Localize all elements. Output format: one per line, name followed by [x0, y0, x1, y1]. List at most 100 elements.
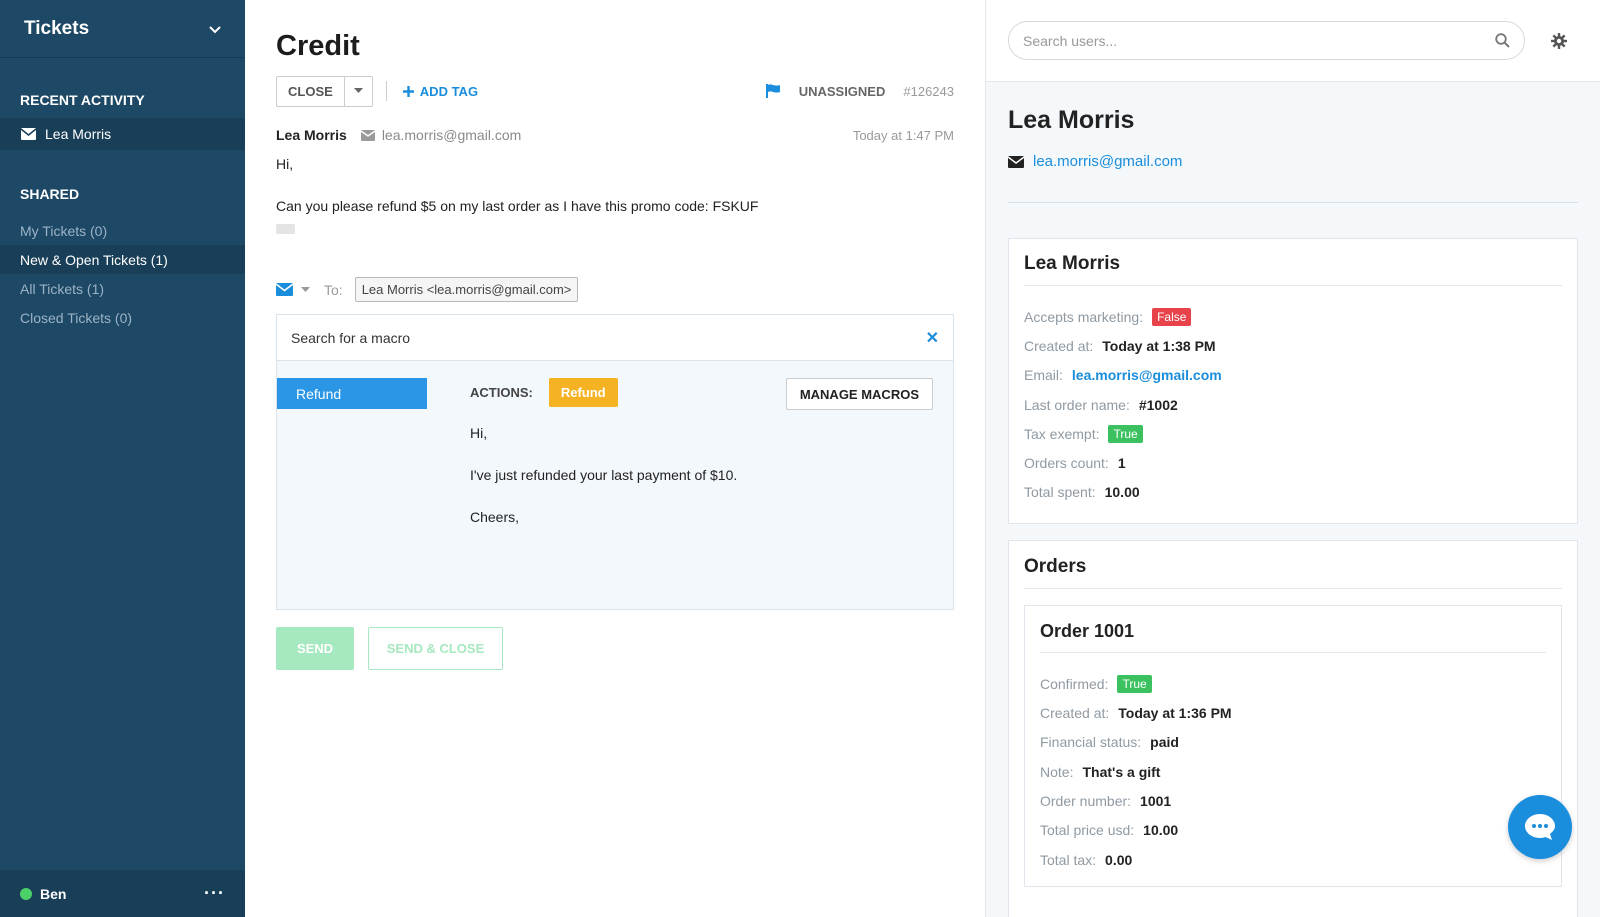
- field-label: Email:: [1024, 367, 1063, 384]
- search-icon[interactable]: [1495, 33, 1510, 48]
- status-badge: True: [1108, 424, 1143, 443]
- more-options-icon[interactable]: ···: [204, 883, 225, 904]
- current-user[interactable]: Ben: [20, 886, 66, 902]
- macro-panel: Search for a macro ✕ Refund Actions: Ref…: [276, 314, 954, 610]
- field-label: Note:: [1040, 763, 1074, 780]
- close-button-group: Close: [276, 75, 373, 107]
- message-author: Lea Morris: [276, 127, 347, 143]
- current-user-name: Ben: [40, 885, 67, 902]
- ticket-toolbar: Close Add Tag Unassigned #126243: [276, 75, 954, 107]
- sidebar-item-closed-tickets[interactable]: Closed Tickets (0): [0, 303, 245, 332]
- sidebar-footer: Ben ···: [0, 870, 245, 917]
- recent-activity-heading: Recent Activity: [20, 92, 145, 108]
- close-options-dropdown[interactable]: [345, 77, 372, 106]
- recent-item-label: Lea Morris: [45, 126, 112, 142]
- add-tag-button[interactable]: Add Tag: [402, 83, 479, 99]
- field-confirmed: Confirmed: True: [1040, 669, 1546, 698]
- email-link[interactable]: lea.morris@gmail.com: [1072, 367, 1222, 383]
- gear-icon[interactable]: [1551, 32, 1567, 49]
- customer-card-body: Accepts marketing: False Created at: Today…: [1024, 286, 1562, 523]
- field-value: 1001: [1140, 792, 1172, 809]
- field-created-at: Created at: Today at 1:38 PM: [1024, 331, 1562, 360]
- flag-icon[interactable]: [765, 84, 781, 98]
- field-value: #1002: [1138, 396, 1178, 413]
- show-quoted-text-button[interactable]: [276, 224, 295, 234]
- close-icon[interactable]: ✕: [926, 328, 939, 348]
- sidebar-item-my-tickets[interactable]: My Tickets (0): [0, 216, 245, 245]
- ticket-id: #126243: [903, 83, 954, 99]
- envelope-icon: [1008, 155, 1024, 168]
- order-card: Order 1001 Confirmed: True Created at: Tod…: [1024, 605, 1562, 888]
- sidebar-item-new-open-tickets[interactable]: New & Open Tickets (1): [0, 245, 245, 274]
- customer-info-card: Lea Morris Accepts marketing: False Creat…: [1008, 238, 1578, 525]
- assignee-selector[interactable]: Unassigned: [799, 84, 886, 99]
- macro-line: Cheers,: [470, 509, 520, 525]
- send-actions: Send Send & Close: [276, 627, 954, 670]
- macro-preview-text: Hi, I've just refunded your last payment…: [470, 425, 737, 551]
- field-value: That's a gift: [1082, 763, 1161, 780]
- search-input[interactable]: [1023, 32, 1495, 49]
- orders-card: Orders Order 1001 Confirmed: True Created…: [1008, 540, 1578, 917]
- envelope-icon: [21, 128, 36, 140]
- divider: [1008, 202, 1578, 203]
- toolbar-divider: [385, 81, 387, 101]
- ticket-meta: Unassigned #126243: [765, 83, 954, 99]
- field-note: Note: That's a gift: [1040, 757, 1546, 786]
- field-label: Created at:: [1024, 337, 1094, 354]
- message-body: Hi, Can you please refund $5 on my last …: [276, 156, 954, 237]
- add-tag-label: Add Tag: [419, 83, 479, 99]
- send-and-close-button[interactable]: Send & Close: [368, 627, 503, 670]
- online-status-icon: [20, 887, 32, 900]
- user-search-bar: [986, 0, 1600, 82]
- macro-item-refund[interactable]: Refund: [277, 378, 427, 409]
- chat-launcher-button[interactable]: [1508, 795, 1572, 859]
- close-ticket-button[interactable]: Close: [277, 76, 345, 106]
- message-time: Today at 1:47 PM: [852, 127, 954, 143]
- sidebar-header[interactable]: Tickets: [0, 0, 245, 58]
- field-label: Accepts marketing:: [1024, 308, 1144, 325]
- field-value: paid: [1150, 734, 1179, 751]
- customer-panel: Lea Morris lea.morris@gmail.com Lea Morr…: [985, 0, 1600, 917]
- ticket-view: Credit Close Add Tag Unassigned #126243 …: [245, 0, 985, 917]
- field-orders-count: Orders count: 1: [1024, 448, 1562, 477]
- send-button[interactable]: Send: [276, 627, 354, 670]
- field-accepts-marketing: Accepts marketing: False: [1024, 302, 1562, 331]
- field-label: Total tax:: [1040, 851, 1097, 868]
- orders-card-title: Orders: [1024, 541, 1562, 590]
- sidebar: Tickets Recent Activity Lea Morris Share…: [0, 0, 245, 917]
- field-total-tax: Total tax: 0.00: [1040, 845, 1546, 874]
- field-created-at: Created at: Today at 1:36 PM: [1040, 698, 1546, 727]
- message-line: Hi,: [276, 156, 294, 172]
- field-label: Created at:: [1040, 705, 1110, 722]
- field-total-spent: Total spent: 10.00: [1024, 478, 1562, 507]
- envelope-icon: [360, 129, 375, 141]
- field-financial-status: Financial status: paid: [1040, 728, 1546, 757]
- recent-item-lea-morris[interactable]: Lea Morris: [0, 118, 245, 150]
- customer-email-text: lea.morris@gmail.com: [1033, 153, 1183, 170]
- sidebar-item-all-tickets[interactable]: All Tickets (1): [0, 274, 245, 303]
- field-label: Total spent:: [1024, 484, 1096, 501]
- actions-label: Actions:: [470, 385, 533, 400]
- recipient-chip[interactable]: Lea Morris <lea.morris@gmail.com>: [354, 277, 579, 302]
- chevron-down-icon[interactable]: [209, 23, 221, 35]
- field-value: Today at 1:36 PM: [1118, 705, 1232, 722]
- field-label: Orders count:: [1024, 455, 1109, 472]
- field-last-order-name: Last order name: #1002: [1024, 390, 1562, 419]
- message-email: lea.morris@gmail.com: [360, 127, 522, 143]
- caret-down-icon[interactable]: [301, 286, 310, 293]
- message-email-text: lea.morris@gmail.com: [381, 127, 522, 143]
- user-search-box: [1008, 21, 1525, 60]
- macro-search-field[interactable]: Search for a macro ✕: [277, 315, 953, 361]
- field-label: Confirmed:: [1040, 675, 1109, 692]
- customer-email[interactable]: lea.morris@gmail.com: [986, 135, 1600, 170]
- envelope-icon[interactable]: [276, 283, 293, 296]
- field-value: Today at 1:38 PM: [1102, 337, 1216, 354]
- manage-macros-button[interactable]: Manage Macros: [785, 378, 933, 410]
- field-value: 10.00: [1143, 822, 1179, 839]
- field-label: Tax exempt:: [1024, 425, 1100, 442]
- sidebar-title: Tickets: [24, 17, 90, 39]
- field-order-number: Order number: 1001: [1040, 786, 1546, 815]
- field-tax-exempt: Tax exempt: True: [1024, 419, 1562, 448]
- to-label: To:: [324, 281, 343, 298]
- order-card-body: Confirmed: True Created at: Today at 1:36 …: [1040, 653, 1546, 886]
